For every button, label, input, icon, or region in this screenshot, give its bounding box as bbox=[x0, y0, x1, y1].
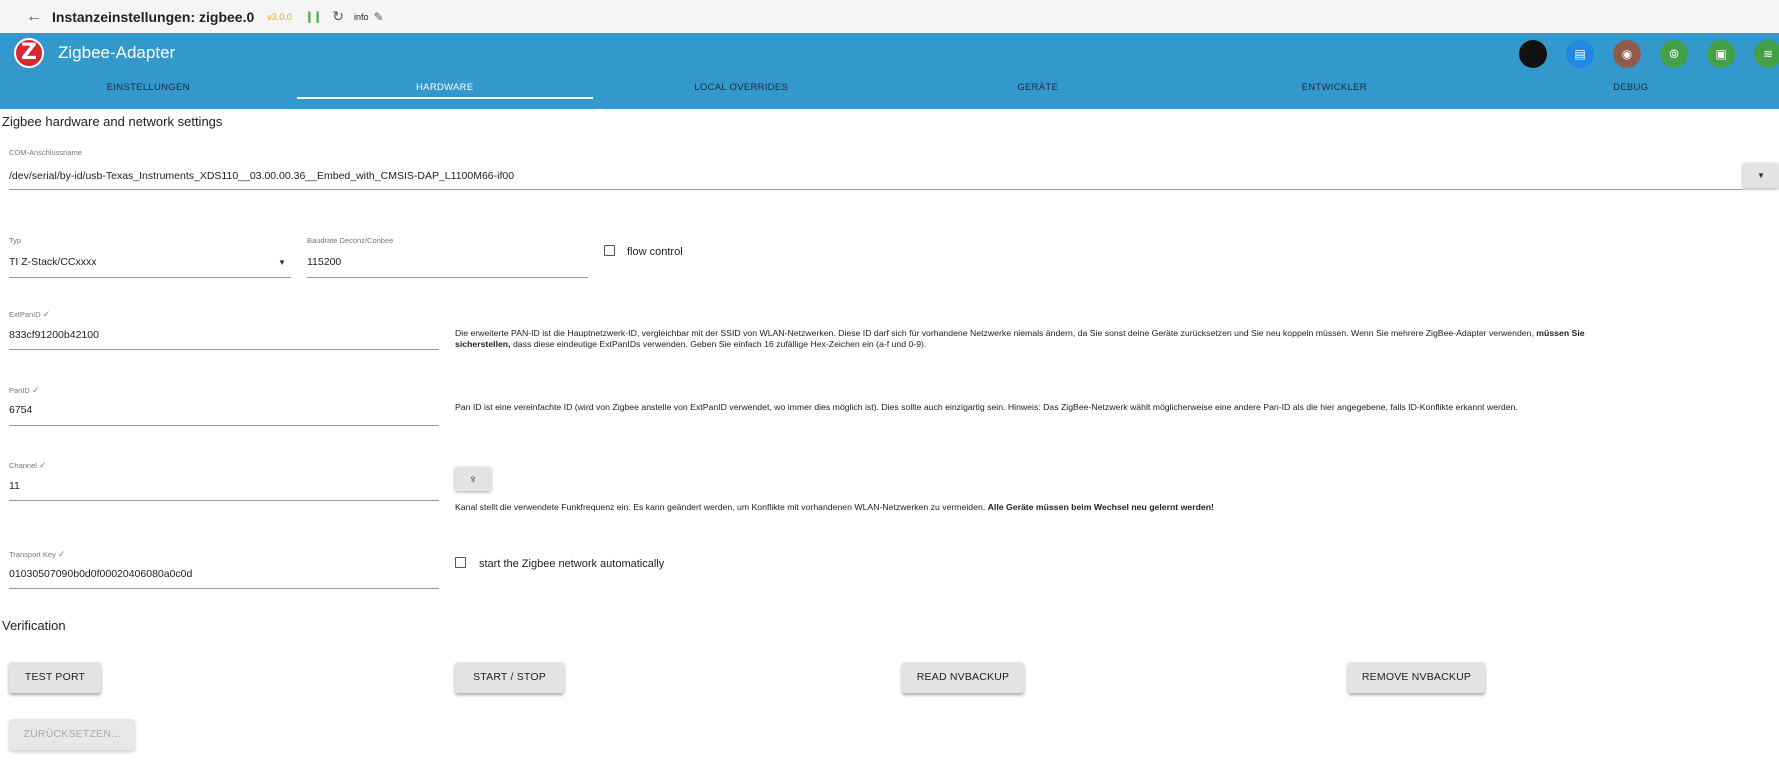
channel-scan-button[interactable]: ♆ bbox=[455, 467, 491, 491]
check-icon: ✓ bbox=[39, 460, 47, 470]
antenna-icon[interactable]: ≋ bbox=[1754, 40, 1779, 68]
instance-title: Instanzeinstellungen: zigbee.0 bbox=[52, 8, 255, 25]
panid-input[interactable]: 6754 bbox=[9, 404, 32, 416]
pencil-icon[interactable]: ✎ bbox=[373, 10, 383, 24]
tab-local-overrides[interactable]: Local Overrides bbox=[593, 76, 890, 109]
start-stop-button[interactable]: START / STOP bbox=[455, 662, 564, 693]
channel-input[interactable]: 11 bbox=[9, 480, 20, 492]
channel-desc-bold: Alle Geräte müssen beim Wechsel neu gele… bbox=[987, 502, 1214, 512]
flow-control-checkbox[interactable] bbox=[604, 245, 615, 256]
flow-control-label: flow control bbox=[627, 246, 683, 258]
smart-plug-icon[interactable]: ◉ bbox=[1613, 40, 1641, 68]
extpanid-input[interactable]: 833cf91200b42100 bbox=[9, 329, 99, 341]
instance-settings-bar: ← Instanzeinstellungen: zigbee.0 v3.0.0 … bbox=[0, 0, 1779, 33]
section-title: Zigbee hardware and network settings bbox=[2, 114, 223, 129]
signal-icon[interactable]: ⦾ bbox=[1660, 40, 1688, 68]
zigbee-logo: Z bbox=[14, 38, 44, 68]
chevron-down-icon[interactable]: ▼ bbox=[278, 258, 286, 267]
channel-underline bbox=[9, 500, 439, 501]
autostart-label: start the Zigbee network automatically bbox=[479, 558, 665, 570]
panid-description: Pan ID ist eine vereinfachte ID (wird vo… bbox=[455, 402, 1518, 412]
log-level[interactable]: info bbox=[354, 12, 369, 22]
tab-geraete[interactable]: Geräte bbox=[890, 76, 1187, 109]
com-port-underline bbox=[9, 189, 1743, 190]
tab-einstellungen[interactable]: Einstellungen bbox=[0, 76, 297, 109]
type-select[interactable]: TI Z-Stack/CCxxxx bbox=[9, 256, 97, 268]
panid-underline bbox=[9, 425, 439, 426]
transport-key-label-text: Transport Key bbox=[9, 550, 56, 559]
remove-nvbackup-button[interactable]: REMOVE NVBACKUP bbox=[1348, 662, 1485, 693]
check-icon: ✓ bbox=[42, 309, 51, 319]
app-title: Zigbee-Adapter bbox=[58, 43, 176, 62]
verification-title: Verification bbox=[2, 618, 66, 633]
channel-description: Kanal stellt die verwendete Funkfrequenz… bbox=[455, 502, 1625, 513]
dark-circle-icon[interactable] bbox=[1519, 40, 1547, 68]
baudrate-label: Baudrate Deconz/Conbee bbox=[307, 236, 394, 245]
com-port-dropdown-button[interactable]: ▼ bbox=[1743, 163, 1779, 188]
baudrate-input[interactable]: 115200 bbox=[307, 256, 341, 268]
arrow-left-icon[interactable]: ← bbox=[26, 8, 46, 26]
channel-label-text: Channel bbox=[9, 461, 37, 470]
extpanid-description: Die erweiterte PAN-ID ist die Hauptnetzw… bbox=[455, 328, 1625, 350]
transport-key-underline bbox=[9, 588, 439, 589]
pause-icon[interactable]: ❙❙ bbox=[305, 10, 322, 23]
com-port-label: COM-Anschlussname bbox=[9, 148, 82, 157]
chip-icon[interactable]: ▣ bbox=[1707, 40, 1735, 68]
tab-hardware[interactable]: Hardware bbox=[296, 76, 594, 109]
autostart-checkbox[interactable] bbox=[455, 557, 466, 568]
extpanid-underline bbox=[9, 349, 439, 350]
extpanid-label: ExtPanID ✓ bbox=[9, 309, 50, 320]
panid-label: PanID ✓ bbox=[9, 385, 40, 396]
type-label: Typ bbox=[9, 236, 22, 245]
com-port-input[interactable]: /dev/serial/by-id/usb-Texas_Instruments_… bbox=[9, 170, 514, 182]
adapter-version: v3.0.0 bbox=[267, 11, 292, 22]
extpanid-desc-text-2: dass diese eindeutige ExtPanIDs verwende… bbox=[510, 339, 927, 349]
reload-icon[interactable]: ↻ bbox=[332, 8, 344, 25]
type-underline bbox=[9, 277, 291, 278]
check-icon: ✓ bbox=[31, 385, 40, 395]
tab-bar: Einstellungen Hardware Local Overrides G… bbox=[0, 76, 1779, 109]
baudrate-underline bbox=[307, 277, 588, 278]
check-icon: ✓ bbox=[57, 549, 66, 559]
app-header: Z Zigbee-Adapter ▤ ◉ ⦾ ▣ ≋ Einstellungen… bbox=[0, 33, 1779, 109]
reset-button: ZURÜCKSETZEN... bbox=[9, 719, 135, 750]
test-port-button[interactable]: TEST PORT bbox=[9, 662, 101, 693]
extpanid-label-text: ExtPanID bbox=[9, 310, 41, 319]
channel-desc-text: Kanal stellt die verwendete Funkfrequenz… bbox=[455, 502, 988, 512]
panid-label-text: PanID bbox=[9, 386, 30, 395]
transport-key-label: Transport Key ✓ bbox=[9, 549, 65, 560]
tab-debug[interactable]: Debug bbox=[1483, 76, 1779, 109]
read-nvbackup-button[interactable]: READ NVBACKUP bbox=[902, 662, 1024, 693]
tab-entwickler[interactable]: Entwickler bbox=[1186, 76, 1483, 109]
extpanid-desc-text: Die erweiterte PAN-ID ist die Hauptnetzw… bbox=[455, 328, 1537, 338]
transport-key-input[interactable]: 01030507090b0d0f00020406080a0c0d bbox=[9, 568, 192, 580]
channel-label: Channel ✓ bbox=[9, 460, 47, 471]
device-icon[interactable]: ▤ bbox=[1566, 40, 1594, 68]
waveform-icon: ♆ bbox=[468, 472, 478, 486]
